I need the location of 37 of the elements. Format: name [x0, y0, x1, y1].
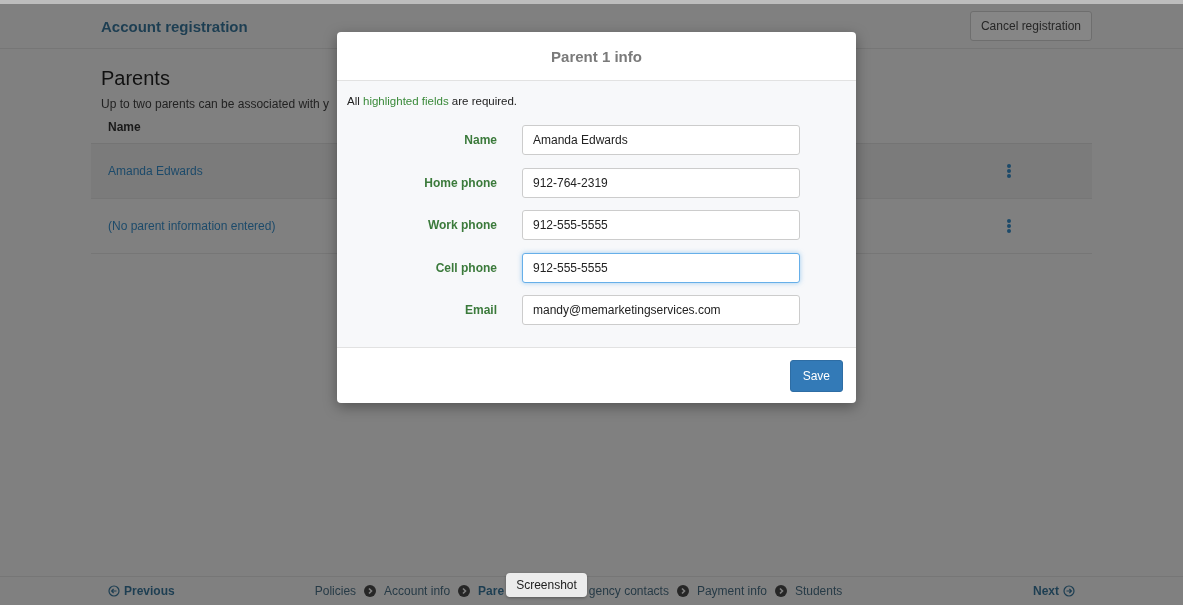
field-label: Email [464, 303, 497, 317]
input-field[interactable]: 912-555-5555 [522, 210, 800, 240]
required-fields-note: All highlighted fields are required. [347, 95, 519, 107]
left-arrow-icon [108, 585, 120, 597]
section-description: Up to two parents can be associated with y [101, 97, 330, 111]
page-title: Account registration [101, 17, 248, 35]
right-arrow-icon [1063, 585, 1075, 597]
dialog-title: Parent 1 info [551, 47, 642, 65]
step-link[interactable]: Pare [478, 584, 505, 598]
parent-name-link[interactable]: (No parent information entered) [108, 219, 276, 233]
previous-button[interactable]: Previous [108, 584, 175, 598]
field-label: Name [463, 133, 497, 147]
step-link[interactable]: Account info [384, 584, 451, 598]
step-link[interactable]: Payment info [696, 584, 767, 598]
tooltip: Screenshot [506, 573, 587, 597]
step-link[interactable]: Policies [314, 584, 357, 598]
section-heading: Parents [101, 67, 171, 90]
step-link[interactable]: Students [794, 584, 843, 598]
field-label: Cell phone [434, 260, 497, 275]
field-label: Work phone [426, 218, 497, 232]
step-link[interactable]: gency contacts [588, 584, 669, 598]
input-field[interactable]: Amanda Edwards [522, 125, 800, 155]
chevron-icon [676, 585, 689, 597]
input-field[interactable]: mandy@memarketingservices.com [522, 295, 800, 325]
cancel-registration-button[interactable]: Cancel registration [969, 11, 1092, 41]
save-button[interactable]: Save [789, 359, 843, 392]
next-button[interactable]: Next [1033, 584, 1075, 598]
more-options-icon[interactable] [1006, 218, 1012, 234]
parent-name-link[interactable]: Amanda Edwards [108, 164, 203, 178]
more-options-icon[interactable] [1006, 163, 1012, 179]
chevron-icon [774, 585, 787, 597]
chevron-icon [458, 585, 471, 597]
field-label: Home phone [423, 175, 497, 190]
input-field[interactable]: 912-764-2319 [522, 167, 800, 198]
column-header: Name [108, 120, 141, 134]
chevron-icon [364, 585, 377, 597]
input-field[interactable]: 912-555-5555 [522, 252, 800, 283]
